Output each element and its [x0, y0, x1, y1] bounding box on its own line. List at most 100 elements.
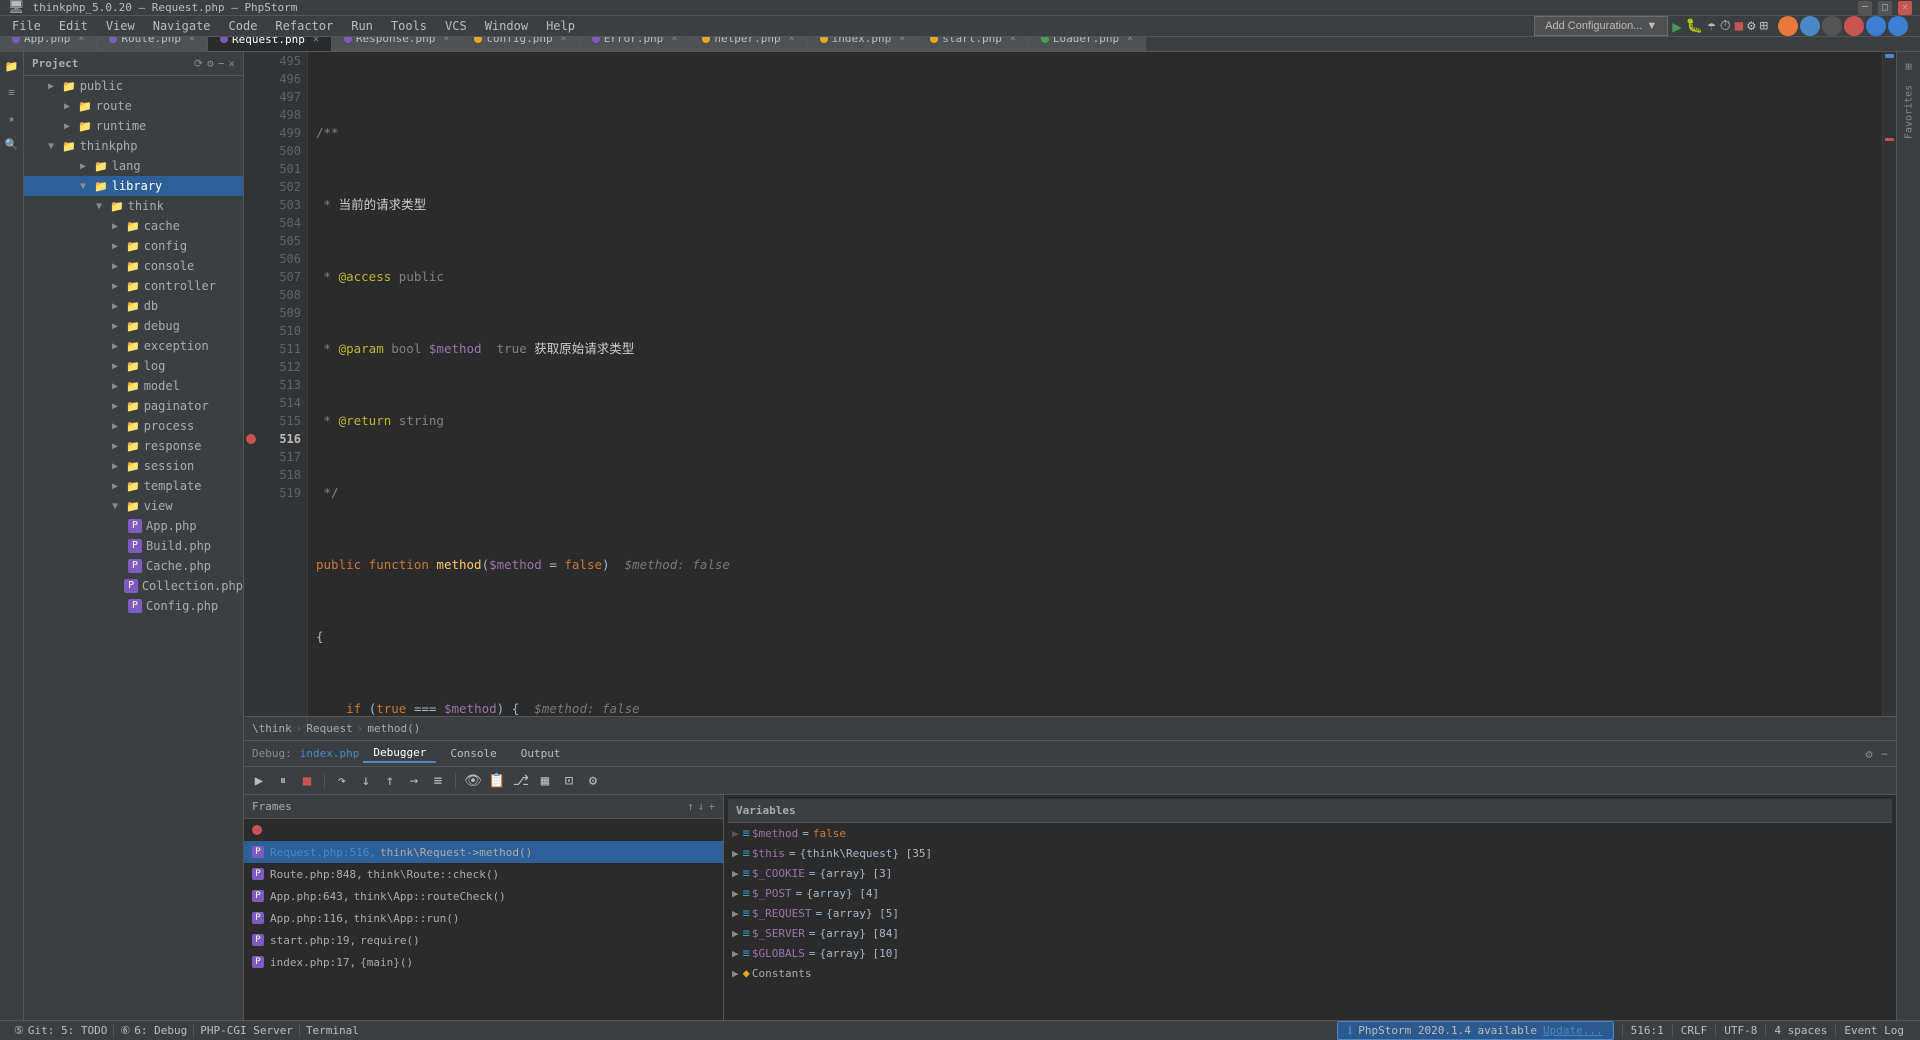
tab-response-php[interactable]: Response.php ✕: [332, 37, 463, 51]
var-expand-icon[interactable]: ▶: [732, 907, 739, 920]
tab-debugger[interactable]: Debugger: [363, 744, 436, 763]
step-over-button[interactable]: ↷: [331, 770, 353, 792]
tab-console[interactable]: Console: [440, 745, 506, 762]
menu-code[interactable]: Code: [221, 17, 266, 35]
collapse-icon[interactable]: −: [218, 57, 225, 70]
menu-edit[interactable]: Edit: [51, 17, 96, 35]
tree-exception[interactable]: ▶ 📁exception: [24, 336, 243, 356]
run-to-cursor-button[interactable]: →: [403, 770, 425, 792]
tree-route[interactable]: ▶ 📁route: [24, 96, 243, 116]
tree-console[interactable]: ▶ 📁console: [24, 256, 243, 276]
threads-button[interactable]: ⎇: [510, 770, 532, 792]
step-into-button[interactable]: ↓: [355, 770, 377, 792]
breadcrumb-request[interactable]: Request: [306, 722, 352, 735]
frame-start[interactable]: P start.php:19, require(): [244, 929, 723, 951]
coverage-button[interactable]: ☂: [1707, 18, 1715, 34]
breadcrumb-think[interactable]: \think: [252, 722, 292, 735]
tree-db[interactable]: ▶ 📁db: [24, 296, 243, 316]
tab-app-php[interactable]: App.php ✕: [0, 37, 97, 51]
tree-runtime[interactable]: ▶ 📁runtime: [24, 116, 243, 136]
tab-route-php[interactable]: Route.php ✕: [97, 37, 208, 51]
tree-cache-php[interactable]: PCache.php: [24, 556, 243, 576]
tree-model[interactable]: ▶ 📁model: [24, 376, 243, 396]
watch-button[interactable]: 👁: [462, 770, 484, 792]
frames-up-icon[interactable]: ↑: [687, 800, 694, 813]
maximize-button[interactable]: □: [1878, 1, 1892, 15]
tree-thinkphp[interactable]: ▼ 📁thinkphp: [24, 136, 243, 156]
tab-config-php[interactable]: config.php ✕: [462, 37, 579, 51]
frame-app-run[interactable]: P App.php:116, think\App::run(): [244, 907, 723, 929]
code-editor[interactable]: /** * 当前的请求类型 * @access public * @para: [308, 52, 1882, 716]
structure-icon[interactable]: ≡: [2, 82, 22, 102]
tree-paginator[interactable]: ▶ 📁paginator: [24, 396, 243, 416]
breadcrumb-method[interactable]: method(): [367, 722, 420, 735]
tree-public[interactable]: ▶ 📁public: [24, 76, 243, 96]
indent[interactable]: 4 spaces: [1765, 1024, 1835, 1037]
var-expand-icon[interactable]: ▶: [732, 947, 739, 960]
frame-index[interactable]: P index.php:17, {main}(): [244, 951, 723, 973]
debug-status[interactable]: ⑥ 6: Debug: [114, 1024, 194, 1037]
tree-response-folder[interactable]: ▶ 📁response: [24, 436, 243, 456]
tree-library[interactable]: ▼ 📁library: [24, 176, 243, 196]
sync-icon[interactable]: ⟳: [194, 57, 203, 70]
menu-refactor[interactable]: Refactor: [267, 17, 341, 35]
var-expand-icon[interactable]: ▶: [732, 867, 739, 880]
var-expand-icon[interactable]: ▶: [732, 827, 739, 840]
tab-helper-php[interactable]: helper.php ✕: [690, 37, 807, 51]
debug-close-icon[interactable]: −: [1881, 747, 1888, 761]
stop-button[interactable]: ■: [1735, 18, 1743, 34]
project-icon[interactable]: 📁: [2, 56, 22, 76]
frame-route[interactable]: P Route.php:848, think\Route::check(): [244, 863, 723, 885]
tab-loader-php[interactable]: Loader.php ✕: [1029, 37, 1146, 51]
tree-log[interactable]: ▶ 📁log: [24, 356, 243, 376]
menu-vcs[interactable]: VCS: [437, 17, 475, 35]
tree-session[interactable]: ▶ 📁session: [24, 456, 243, 476]
right-panel-icon[interactable]: ⊞: [1899, 56, 1919, 76]
tree-think[interactable]: ▼ 📁think: [24, 196, 243, 216]
git-status[interactable]: ⑤ Git: 5: TODO: [8, 1024, 114, 1037]
var-expand-icon[interactable]: ▶: [732, 887, 739, 900]
favorites-icon[interactable]: ★: [2, 108, 22, 128]
tab-request-php[interactable]: Request.php ✕: [208, 37, 332, 51]
close-button[interactable]: ✕: [1898, 1, 1912, 15]
add-configuration-button[interactable]: Add Configuration... ▼: [1534, 16, 1668, 36]
find-icon[interactable]: 🔍: [2, 134, 22, 154]
tree-collection-php[interactable]: PCollection.php: [24, 576, 243, 596]
frames-button[interactable]: 📋: [486, 770, 508, 792]
resume-button[interactable]: ▶: [248, 770, 270, 792]
menu-tools[interactable]: Tools: [383, 17, 435, 35]
stop-debug-button[interactable]: ■: [296, 770, 318, 792]
menu-run[interactable]: Run: [343, 17, 381, 35]
restore-button[interactable]: ⊡: [558, 770, 580, 792]
tree-cache[interactable]: ▶ 📁cache: [24, 216, 243, 236]
step-out-button[interactable]: ↑: [379, 770, 401, 792]
settings-icon[interactable]: ⚙: [207, 57, 214, 70]
var-expand-icon[interactable]: ▶: [732, 927, 739, 940]
tab-start-php[interactable]: start.php ✕: [918, 37, 1029, 51]
var-expand-icon[interactable]: ▶: [732, 847, 739, 860]
tree-config-folder[interactable]: ▶ 📁config: [24, 236, 243, 256]
frame-request[interactable]: P Request.php:516, think\Request->method…: [244, 841, 723, 863]
debug-settings-icon[interactable]: ⚙: [1866, 747, 1873, 761]
terminal-status[interactable]: Terminal: [300, 1024, 365, 1037]
debug-button[interactable]: 🐛: [1686, 18, 1703, 34]
menu-help[interactable]: Help: [538, 17, 583, 35]
minimize-button[interactable]: ─: [1858, 1, 1872, 15]
profiler-button[interactable]: ⏱: [1720, 18, 1731, 34]
run-button[interactable]: ▶: [1672, 17, 1682, 36]
pause-button[interactable]: ⏸: [272, 770, 294, 792]
expand-button[interactable]: ⊞: [1760, 18, 1768, 34]
menu-view[interactable]: View: [98, 17, 143, 35]
frame-app-route[interactable]: P App.php:643, think\App::routeCheck(): [244, 885, 723, 907]
event-log[interactable]: Event Log: [1835, 1024, 1912, 1037]
frames-down-icon[interactable]: ↓: [698, 800, 705, 813]
tab-output[interactable]: Output: [511, 745, 571, 762]
menu-file[interactable]: File: [4, 17, 49, 35]
charset[interactable]: UTF-8: [1715, 1024, 1765, 1037]
evaluate-button[interactable]: ≡: [427, 770, 449, 792]
tab-index-php[interactable]: index.php ✕: [808, 37, 919, 51]
settings-debug-icon[interactable]: ⚙: [582, 770, 604, 792]
tree-process[interactable]: ▶ 📁process: [24, 416, 243, 436]
memory-button[interactable]: ▦: [534, 770, 556, 792]
php-cgi-status[interactable]: PHP-CGI Server: [194, 1024, 300, 1037]
